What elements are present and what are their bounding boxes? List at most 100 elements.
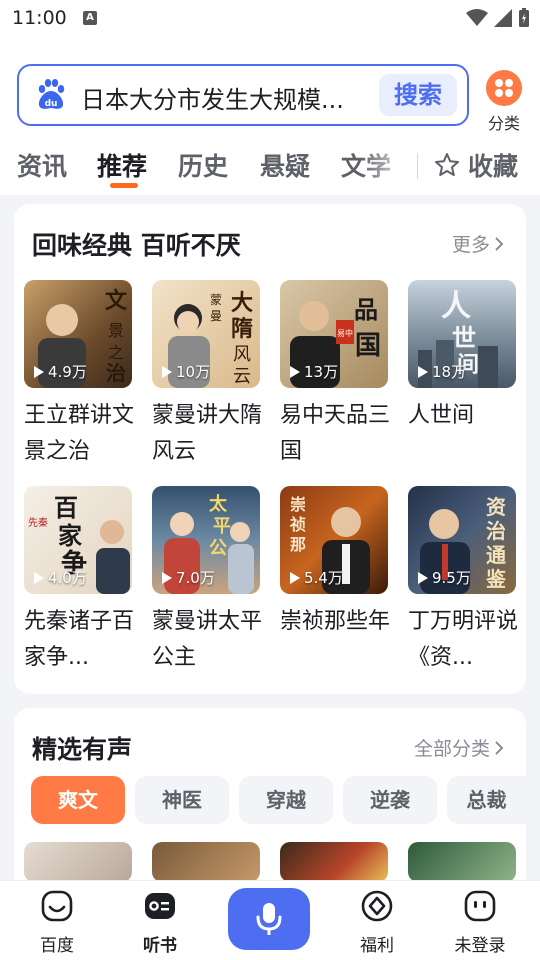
- book-item[interactable]: 品 国 易中 13万 易中天品三国: [280, 280, 390, 470]
- search-box[interactable]: du 日本大分市发生大规模... 搜索: [17, 64, 469, 126]
- chip-chuanyue[interactable]: 穿越: [239, 776, 333, 824]
- more-label: 更多: [451, 234, 490, 256]
- svg-text:云: 云: [233, 366, 251, 387]
- book-cover[interactable]: 品 国 易中 13万: [280, 280, 388, 388]
- svg-text:治: 治: [106, 361, 126, 385]
- play-icon: [418, 571, 428, 584]
- category-label: 分类: [487, 114, 520, 133]
- svg-text:崇: 崇: [290, 495, 306, 514]
- svg-text:治: 治: [486, 519, 506, 543]
- svg-text:那: 那: [290, 535, 306, 554]
- welfare-icon: [361, 890, 393, 922]
- svg-text:世: 世: [452, 323, 476, 352]
- book-cover[interactable]: [408, 842, 516, 882]
- book-cover[interactable]: [152, 842, 260, 882]
- svg-text:先秦: 先秦: [28, 516, 48, 529]
- svg-text:蒙: 蒙: [210, 293, 222, 307]
- tab-bar: 资讯 推荐 历史 悬疑 文学 收藏: [0, 145, 540, 195]
- play-icon: [34, 571, 44, 584]
- play-count: 18万: [418, 361, 466, 382]
- selected-audio-card: 精选有声 全部分类 爽文 神医 穿越 逆袭 总裁: [14, 708, 526, 908]
- svg-text:风: 风: [233, 344, 251, 365]
- book-cover[interactable]: 大 隋 风 云 蒙 曼 10万: [152, 280, 260, 388]
- chip-shuangwen[interactable]: 爽文: [31, 776, 125, 824]
- tabs-fade: [360, 145, 415, 195]
- nav-baidu[interactable]: 百度: [17, 889, 97, 956]
- play-count: 5.4万: [290, 567, 343, 588]
- book-title: 先秦诸子百家争...: [24, 609, 135, 670]
- svg-text:祯: 祯: [289, 515, 306, 534]
- play-count: 9.5万: [418, 567, 471, 588]
- play-icon: [162, 365, 172, 378]
- book-item[interactable]: 资 治 通 鉴 9.5万 丁万明评说《资...: [408, 486, 518, 676]
- svg-text:资: 资: [486, 495, 506, 519]
- tab-news[interactable]: 资讯: [17, 147, 67, 183]
- star-icon: [435, 153, 459, 176]
- chip-nixi[interactable]: 逆袭: [343, 776, 437, 824]
- tab-suspense[interactable]: 悬疑: [260, 147, 310, 183]
- all-categories-label: 全部分类: [413, 738, 490, 760]
- selected-title: 精选有声: [32, 735, 133, 764]
- status-bar: 11:00 A: [0, 0, 540, 40]
- chip-zongcai[interactable]: 总裁: [447, 776, 526, 824]
- book-cover[interactable]: [24, 842, 132, 882]
- book-item[interactable]: 崇 祯 那 5.4万 崇祯那些年: [280, 486, 390, 676]
- svg-text:易中: 易中: [337, 328, 353, 338]
- favorites-button[interactable]: 收藏: [434, 147, 518, 183]
- book-item[interactable]: 百 家 争 先秦 4.0万 先秦诸子百家争...: [24, 486, 134, 676]
- tab-recommend[interactable]: 推荐: [97, 147, 147, 183]
- svg-text:du: du: [45, 99, 58, 109]
- wifi-icon: [466, 9, 488, 26]
- nav-welfare[interactable]: 福利: [337, 889, 417, 956]
- nav-audiobook[interactable]: 听书: [120, 889, 200, 956]
- svg-text:平: 平: [213, 516, 231, 537]
- book-cover[interactable]: 崇 祯 那 5.4万: [280, 486, 388, 594]
- status-icons: [466, 8, 530, 28]
- book-cover[interactable]: 百 家 争 先秦 4.0万: [24, 486, 132, 594]
- svg-text:百: 百: [54, 493, 78, 522]
- book-cover[interactable]: 文 景 之 治 4.9万: [24, 280, 132, 388]
- classics-more-link[interactable]: 更多: [452, 230, 504, 257]
- voice-search-button[interactable]: [228, 888, 310, 950]
- tab-divider: [417, 153, 418, 179]
- book-title: 蒙曼讲太平公主: [152, 609, 263, 670]
- book-cover[interactable]: 资 治 通 鉴 9.5万: [408, 486, 516, 594]
- play-icon: [290, 571, 300, 584]
- svg-text:之: 之: [108, 343, 124, 362]
- classics-card: 回味经典 百听不厌 更多 文 景 之 治 4.9万 王立群讲文景之治 大 隋 风…: [14, 204, 526, 694]
- play-count: 7.0万: [162, 567, 215, 588]
- bottom-navigation: 百度 听书 福利 未登录: [0, 880, 540, 960]
- play-count: 4.9万: [34, 361, 87, 382]
- book-item[interactable]: 大 隋 风 云 蒙 曼 10万 蒙曼讲大隋风云: [152, 280, 262, 470]
- book-item[interactable]: 文 景 之 治 4.9万 王立群讲文景之治: [24, 280, 134, 470]
- book-item[interactable]: 太 平 公 7.0万 蒙曼讲太平公主: [152, 486, 262, 676]
- classics-title: 回味经典 百听不厌: [32, 231, 241, 260]
- svg-text:景: 景: [108, 321, 124, 340]
- nav-baidu-label: 百度: [40, 936, 74, 956]
- search-input[interactable]: 日本大分市发生大规模...: [81, 80, 371, 115]
- book-title: 丁万明评说《资...: [408, 609, 519, 670]
- chevron-right-icon: [495, 740, 504, 755]
- category-icon: [486, 70, 522, 106]
- svg-text:家: 家: [58, 521, 82, 550]
- play-count: 10万: [162, 361, 210, 382]
- search-button[interactable]: 搜索: [379, 74, 457, 116]
- nav-welfare-label: 福利: [360, 936, 394, 956]
- all-categories-link[interactable]: 全部分类: [414, 734, 504, 761]
- battery-icon: [519, 8, 529, 27]
- svg-text:文: 文: [105, 288, 128, 314]
- category-button[interactable]: 分类: [484, 70, 524, 134]
- nav-not-logged-in-label: 未登录: [454, 936, 506, 956]
- book-cover[interactable]: 太 平 公 7.0万: [152, 486, 260, 594]
- book-cover[interactable]: [280, 842, 388, 882]
- svg-text:人: 人: [441, 289, 471, 324]
- svg-text:鉴: 鉴: [485, 567, 507, 591]
- tab-history[interactable]: 历史: [178, 147, 228, 183]
- nav-not-logged-in[interactable]: 未登录: [440, 889, 520, 956]
- book-cover[interactable]: 人 世 间 18万: [408, 280, 516, 388]
- svg-text:通: 通: [486, 543, 506, 567]
- chip-shenyi[interactable]: 神医: [135, 776, 229, 824]
- book-item[interactable]: 人 世 间 18万 人世间: [408, 280, 516, 470]
- nav-audiobook-label: 听书: [143, 936, 177, 956]
- book-title: 崇祯那些年: [280, 609, 391, 634]
